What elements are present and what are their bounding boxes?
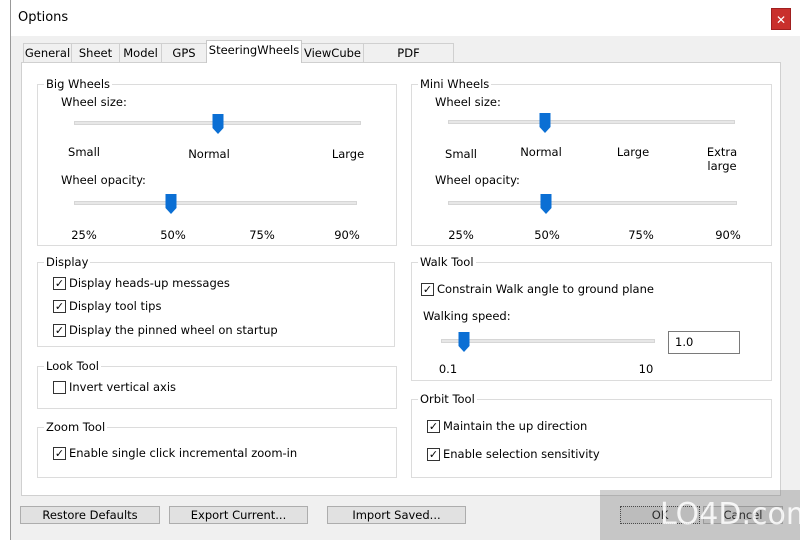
tick-label: Large xyxy=(331,147,365,161)
tick-label: Extra xyxy=(706,145,738,159)
import-saved-button[interactable]: Import Saved... xyxy=(327,506,466,524)
group-title: Walk Tool xyxy=(418,255,476,269)
tick-label: 25% xyxy=(448,228,474,242)
mini-wheel-opacity-slider[interactable] xyxy=(448,201,737,205)
wheel-opacity-label: Wheel opacity: xyxy=(61,173,146,187)
wheel-size-label: Wheel size: xyxy=(435,95,501,109)
checkbox-label: Display tool tips xyxy=(69,299,162,313)
tick-label: large xyxy=(707,159,737,173)
checkbox-label: Display heads-up messages xyxy=(69,276,230,290)
tick-label: 50% xyxy=(534,228,560,242)
heads-up-messages-checkbox[interactable]: ✓ Display heads-up messages xyxy=(53,276,230,290)
mini-wheel-size-slider[interactable] xyxy=(448,120,735,124)
wheel-size-label: Wheel size: xyxy=(61,95,127,109)
checkbox-checked-icon: ✓ xyxy=(427,447,440,461)
restore-defaults-button[interactable]: Restore Defaults xyxy=(20,506,160,524)
tick-label: 75% xyxy=(249,228,275,242)
tab-pdf-conversion[interactable]: PDF Conversion xyxy=(363,43,454,79)
pinned-wheel-checkbox[interactable]: ✓ Display the pinned wheel on startup xyxy=(53,323,278,337)
invert-vertical-axis-checkbox[interactable]: Invert vertical axis xyxy=(53,380,176,394)
checkbox-checked-icon: ✓ xyxy=(53,299,66,313)
constrain-walk-angle-checkbox[interactable]: ✓ Constrain Walk angle to ground plane xyxy=(421,282,654,296)
walking-speed-slider[interactable] xyxy=(441,339,655,343)
wheel-opacity-label: Wheel opacity: xyxy=(435,173,520,187)
group-title: Orbit Tool xyxy=(418,392,477,406)
checkbox-unchecked-icon xyxy=(53,380,66,394)
close-button[interactable]: ✕ xyxy=(771,8,791,30)
selection-sensitivity-checkbox[interactable]: ✓ Enable selection sensitivity xyxy=(427,447,600,461)
tick-label: 90% xyxy=(715,228,741,242)
big-wheel-opacity-slider[interactable] xyxy=(74,201,357,205)
checkbox-label: Enable single click incremental zoom-in xyxy=(69,446,298,460)
tick-label: Small xyxy=(445,147,477,161)
checkbox-checked-icon: ✓ xyxy=(53,323,66,337)
window-title: Options xyxy=(18,10,69,25)
checkbox-checked-icon: ✓ xyxy=(421,282,434,296)
checkbox-checked-icon: ✓ xyxy=(53,276,66,290)
tab-steeringwheels[interactable]: SteeringWheels xyxy=(206,40,302,63)
tab-sheet[interactable]: Sheet xyxy=(71,43,120,63)
walking-speed-label: Walking speed: xyxy=(423,309,511,323)
export-current-button[interactable]: Export Current... xyxy=(169,506,308,524)
checkbox-label: Constrain Walk angle to ground plane xyxy=(437,282,654,296)
checkbox-label: Display the pinned wheel on startup xyxy=(69,323,278,337)
title-bar: Options ✕ xyxy=(11,0,800,36)
tick-label: Large xyxy=(616,145,650,159)
checkbox-checked-icon: ✓ xyxy=(427,419,440,433)
tick-label: 10 xyxy=(638,362,654,376)
tick-label: 90% xyxy=(334,228,360,242)
watermark-logo: LO4D.com xyxy=(600,490,800,540)
walking-speed-input[interactable]: 1.0 xyxy=(668,331,740,354)
group-title: Big Wheels xyxy=(44,77,113,91)
group-title: Display xyxy=(44,255,91,269)
tick-label: Small xyxy=(68,145,100,159)
group-title: Look Tool xyxy=(44,359,101,373)
tab-gps[interactable]: GPS xyxy=(161,43,207,63)
checkbox-label: Invert vertical axis xyxy=(69,380,177,394)
tick-label: Normal xyxy=(188,147,230,161)
tick-label: 75% xyxy=(628,228,654,242)
group-title: Zoom Tool xyxy=(44,420,108,434)
tab-model[interactable]: Model xyxy=(119,43,162,63)
checkbox-label: Enable selection sensitivity xyxy=(443,447,600,461)
incremental-zoom-checkbox[interactable]: ✓ Enable single click incremental zoom-in xyxy=(53,446,297,460)
tick-label: 50% xyxy=(160,228,186,242)
tick-label: Normal xyxy=(520,145,562,159)
orbit-tool-group: Orbit Tool xyxy=(411,392,772,478)
tab-viewcube[interactable]: ViewCube xyxy=(301,43,364,63)
tick-label: 0.1 xyxy=(438,362,458,376)
tool-tips-checkbox[interactable]: ✓ Display tool tips xyxy=(53,299,161,313)
group-title: Mini Wheels xyxy=(418,77,492,91)
maintain-up-direction-checkbox[interactable]: ✓ Maintain the up direction xyxy=(427,419,587,433)
checkbox-checked-icon: ✓ xyxy=(53,446,66,460)
tab-general[interactable]: General xyxy=(23,43,72,63)
checkbox-label: Maintain the up direction xyxy=(443,419,588,433)
tick-label: 25% xyxy=(71,228,97,242)
